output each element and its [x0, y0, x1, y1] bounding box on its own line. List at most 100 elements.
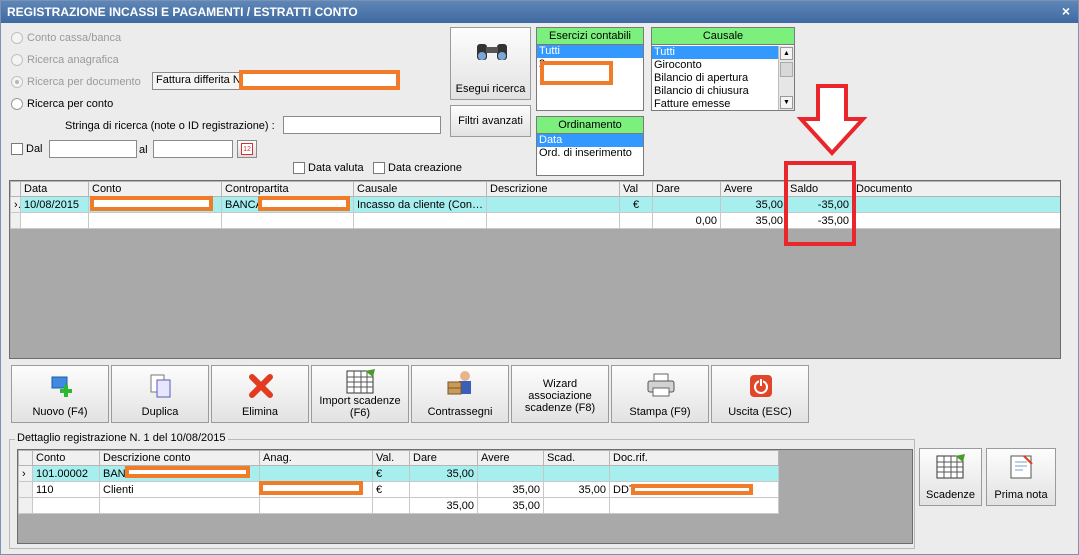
- uscita-button[interactable]: Uscita (ESC): [711, 365, 809, 423]
- calendar-button[interactable]: 12: [237, 140, 257, 158]
- col-header[interactable]: Contropartita: [221, 181, 354, 197]
- note-document-icon: [1010, 455, 1033, 479]
- col-header[interactable]: Documento: [852, 181, 1060, 197]
- prima-nota-button[interactable]: Prima nota: [986, 448, 1056, 506]
- col-header[interactable]: Descrizione conto: [99, 450, 260, 466]
- duplicate-icon: [150, 374, 171, 398]
- scroll-up-icon[interactable]: ▲: [780, 47, 793, 60]
- causale-scrollbar[interactable]: ▲ ▼: [778, 46, 794, 110]
- dal-checkbox[interactable]: [11, 143, 23, 155]
- causale-header: Causale: [652, 28, 794, 45]
- ordinamento-option[interactable]: Ord. di inserimento: [537, 147, 643, 160]
- delivery-person-icon: [447, 371, 471, 395]
- col-header[interactable]: Val: [619, 181, 653, 197]
- causale-option[interactable]: Fatture emesse: [652, 98, 778, 111]
- main-window: REGISTRAZIONE INCASSI E PAGAMENTI / ESTR…: [0, 0, 1079, 555]
- causale-option[interactable]: Giroconto: [652, 59, 778, 72]
- import-scadenze-label-line2: (F6): [349, 407, 371, 419]
- cell-conto[interactable]: 101.00002: [32, 465, 100, 482]
- data-creazione-option[interactable]: Data creazione: [373, 162, 462, 174]
- cell-val[interactable]: €: [372, 481, 410, 498]
- wizard-label: Wizard associazione scadenze (F8): [512, 378, 608, 414]
- radio-conto-cassa[interactable]: Conto cassa/banca: [11, 30, 121, 46]
- causale-option[interactable]: Bilancio di chiusura: [652, 85, 778, 98]
- cell-dare[interactable]: 35,00: [409, 465, 478, 482]
- cell-val[interactable]: €: [619, 196, 653, 213]
- cell-descrizione[interactable]: Clienti: [99, 481, 260, 498]
- contrassegni-button[interactable]: Contrassegni: [411, 365, 509, 423]
- radio-selected-icon: [11, 76, 23, 88]
- import-scadenze-button[interactable]: Import scadenze (F6): [311, 365, 409, 423]
- redaction-box: [631, 484, 753, 495]
- dal-date-input[interactable]: [49, 140, 137, 158]
- cell-conto[interactable]: 110: [32, 481, 100, 498]
- col-header[interactable]: Causale: [353, 181, 487, 197]
- causale-listbox[interactable]: Causale Tutti Giroconto Bilancio di aper…: [651, 27, 795, 111]
- cell-descrizione[interactable]: [486, 196, 620, 213]
- data-creazione-checkbox[interactable]: [373, 162, 385, 174]
- import-scadenze-label-line1: Import scadenze: [319, 395, 401, 407]
- col-header[interactable]: Descrizione: [486, 181, 620, 197]
- cell-scad[interactable]: 35,00: [543, 481, 610, 498]
- col-header[interactable]: Doc.rif.: [609, 450, 779, 466]
- data-valuta-option[interactable]: Data valuta: [293, 162, 364, 174]
- radio-anagrafica[interactable]: Ricerca anagrafica: [11, 52, 119, 68]
- uscita-label: Uscita (ESC): [728, 406, 792, 418]
- cell-dare[interactable]: [409, 481, 478, 498]
- binoculars-icon: [477, 44, 507, 60]
- cell-docrif[interactable]: [609, 465, 779, 482]
- radio-documento[interactable]: Ricerca per documento: [11, 74, 141, 90]
- import-scadenze-label: Import scadenze (F6): [312, 395, 408, 419]
- stringa-ricerca-input[interactable]: [283, 116, 441, 134]
- scroll-down-icon[interactable]: ▼: [780, 96, 793, 109]
- stringa-label: Stringa di ricerca (note o ID registrazi…: [65, 120, 275, 132]
- nuovo-button[interactable]: Nuovo (F4): [11, 365, 109, 423]
- col-header[interactable]: Avere: [720, 181, 787, 197]
- col-header[interactable]: Anag.: [259, 450, 373, 466]
- cell-avere[interactable]: [477, 465, 544, 482]
- cell-dare[interactable]: [652, 196, 721, 213]
- cell-avere[interactable]: 35,00: [477, 481, 544, 498]
- scroll-thumb[interactable]: [780, 62, 793, 77]
- cell-data[interactable]: 10/08/2015: [20, 196, 89, 213]
- stampa-button[interactable]: Stampa (F9): [611, 365, 709, 423]
- esegui-ricerca-label: Esegui ricerca: [455, 83, 526, 95]
- cell-val[interactable]: €: [372, 465, 410, 482]
- ordinamento-listbox[interactable]: Ordinamento Data Ord. di inserimento: [536, 116, 644, 176]
- col-header[interactable]: Data: [20, 181, 89, 197]
- cell-documento[interactable]: [852, 196, 1060, 213]
- esegui-ricerca-button[interactable]: Esegui ricerca: [450, 27, 531, 100]
- cell-causale[interactable]: Incasso da cliente (Con…: [353, 196, 487, 213]
- scadenze-button[interactable]: Scadenze: [919, 448, 982, 506]
- cell-scad[interactable]: [543, 465, 610, 482]
- col-header[interactable]: Dare: [652, 181, 721, 197]
- row-indicator: [18, 481, 33, 498]
- col-header[interactable]: Conto: [32, 450, 100, 466]
- filtri-avanzati-button[interactable]: Filtri avanzati: [450, 105, 531, 137]
- radio-conto[interactable]: Ricerca per conto: [11, 96, 113, 112]
- causale-option[interactable]: Bilancio di apertura: [652, 72, 778, 85]
- al-date-input[interactable]: [153, 140, 233, 158]
- window-title: REGISTRAZIONE INCASSI E PAGAMENTI / ESTR…: [7, 5, 358, 19]
- close-icon[interactable]: ×: [1062, 3, 1070, 19]
- col-header[interactable]: Scad.: [543, 450, 610, 466]
- wizard-button[interactable]: Wizard associazione scadenze (F8): [511, 365, 609, 423]
- cell-avere[interactable]: 35,00: [720, 196, 787, 213]
- data-valuta-checkbox[interactable]: [293, 162, 305, 174]
- data-creazione-label: Data creazione: [388, 162, 462, 174]
- cell-anag[interactable]: [259, 465, 373, 482]
- col-header[interactable]: Val.: [372, 450, 410, 466]
- col-header[interactable]: Conto: [88, 181, 222, 197]
- wizard-label-line2: associazione: [528, 390, 592, 402]
- ordinamento-option[interactable]: Data: [537, 134, 643, 147]
- movimenti-header-row: Data Conto Contropartita Causale Descriz…: [10, 181, 1060, 197]
- elimina-button[interactable]: Elimina: [211, 365, 309, 423]
- detail-grid[interactable]: Conto Descrizione conto Anag. Val. Dare …: [17, 449, 913, 544]
- dal-checkbox-row[interactable]: Dal: [11, 143, 43, 155]
- causale-option[interactable]: Tutti: [652, 46, 778, 59]
- duplica-button[interactable]: Duplica: [111, 365, 209, 423]
- col-header[interactable]: Avere: [477, 450, 544, 466]
- esercizi-header: Esercizi contabili: [537, 28, 643, 45]
- esercizi-option[interactable]: Tutti: [537, 45, 643, 58]
- col-header[interactable]: Dare: [409, 450, 478, 466]
